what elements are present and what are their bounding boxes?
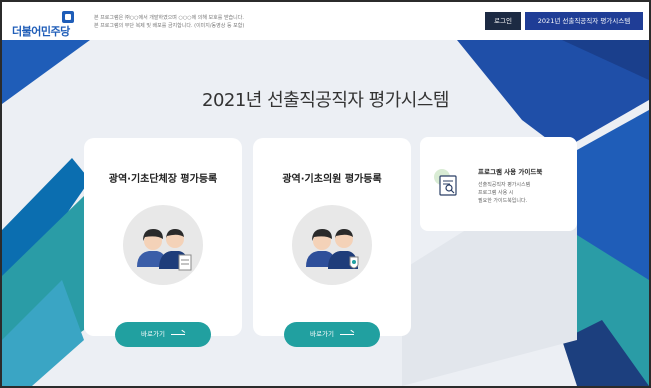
logo-mark-icon	[62, 11, 74, 23]
guidebook-desc-line: 선출직공직자 평가시스템	[478, 182, 531, 188]
guidebook-card[interactable]: 프로그램 사용 가이드북 선출직공직자 평가시스템 프로그램 사용 시 필요한 …	[420, 137, 577, 231]
hero-section: 2021년 선출직공직자 평가시스템 광역·기초단체장 평가등록 광역·기초의원…	[2, 40, 649, 386]
copyright-notice: 본 프로그램은 ㈜○○에서 개발하였으며 ○○○에 의해 보호를 받습니다. 본…	[94, 14, 244, 30]
logo-text: 더불어민주당	[12, 25, 70, 38]
go-button-label: 바로가기	[310, 330, 334, 338]
card-head-evaluation[interactable]: 광역·기초단체장 평가등록	[84, 138, 242, 336]
notice-line: 본 프로그램은 ㈜○○에서 개발하였으며 ○○○에 의해 보호를 받습니다.	[94, 15, 244, 21]
go-button-head-evaluation[interactable]: 바로가기	[115, 322, 211, 347]
card-title: 광역·기초의원 평가등록	[282, 174, 382, 185]
card-council-evaluation[interactable]: 광역·기초의원 평가등록	[253, 138, 411, 336]
guidebook-desc-line: 프로그램 사용 시	[478, 190, 514, 196]
guidebook-description: 선출직공직자 평가시스템 프로그램 사용 시 필요한 가이드북입니다.	[478, 181, 530, 205]
notice-line: 본 프로그램의 무단 복제 및 배포를 금지합니다. (이미지/동영상 등 포함…	[94, 23, 245, 29]
guidebook-title: 프로그램 사용 가이드북	[478, 168, 543, 176]
top-header: 더불어민주당 본 프로그램은 ㈜○○에서 개발하였으며 ○○○에 의해 보호를 …	[2, 2, 649, 42]
guidebook-search-icon	[434, 169, 457, 196]
go-button-label: 바로가기	[141, 330, 165, 338]
system-name-button[interactable]: 2021년 선출직공직자 평가시스템	[525, 12, 643, 30]
council-members-illustration-icon	[292, 205, 372, 285]
login-button[interactable]: 로그인	[485, 12, 521, 30]
card-title: 광역·기초단체장 평가등록	[108, 174, 218, 185]
officials-illustration-icon	[123, 205, 203, 285]
go-button-council-evaluation[interactable]: 바로가기	[284, 322, 380, 347]
arrow-right-icon	[170, 333, 185, 335]
party-logo[interactable]: 더불어민주당	[12, 11, 80, 38]
arrow-right-icon	[339, 333, 354, 335]
page-title: 2021년 선출직공직자 평가시스템	[202, 90, 449, 111]
guidebook-desc-line: 필요한 가이드북입니다.	[478, 198, 528, 204]
page-frame: 더불어민주당 본 프로그램은 ㈜○○에서 개발하였으며 ○○○에 의해 보호를 …	[0, 0, 651, 388]
